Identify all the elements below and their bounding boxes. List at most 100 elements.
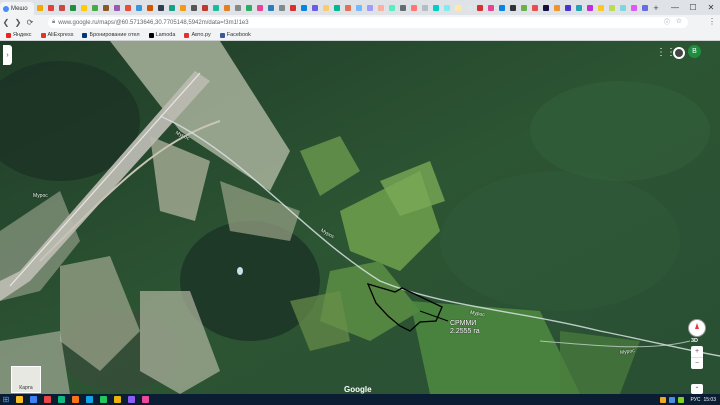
tab-favicon[interactable] bbox=[233, 2, 243, 13]
taskbar-app[interactable] bbox=[26, 394, 40, 405]
tab-favicon[interactable] bbox=[68, 2, 78, 13]
taskbar-app[interactable] bbox=[54, 394, 68, 405]
maximize-icon[interactable]: ☐ bbox=[684, 0, 702, 15]
tab-favicon[interactable] bbox=[453, 2, 463, 13]
tab-favicon[interactable] bbox=[475, 2, 485, 13]
tab-favicon[interactable] bbox=[354, 2, 364, 13]
tab-favicon[interactable] bbox=[321, 2, 331, 13]
tab-favicon[interactable] bbox=[35, 2, 45, 13]
tab-favicon[interactable] bbox=[563, 2, 573, 13]
close-icon[interactable]: ✕ bbox=[702, 0, 720, 15]
tab-favicon[interactable] bbox=[134, 2, 144, 13]
tray-app-icon[interactable] bbox=[678, 396, 685, 403]
info-icon[interactable]: ⓘ bbox=[664, 17, 670, 26]
tab-favicon[interactable] bbox=[123, 2, 133, 13]
layers-toggle[interactable]: Карта bbox=[11, 366, 41, 393]
tab-favicon[interactable] bbox=[618, 2, 628, 13]
clock[interactable]: 15:03 bbox=[703, 397, 716, 403]
taskbar-app[interactable] bbox=[110, 394, 124, 405]
avatar[interactable]: В bbox=[688, 45, 701, 58]
bookmark-item[interactable]: Lamoda bbox=[148, 32, 175, 38]
minimize-icon[interactable]: — bbox=[666, 0, 684, 15]
bookmark-item[interactable]: Авто.ру bbox=[184, 32, 211, 38]
tab-favicon[interactable] bbox=[508, 2, 518, 13]
tab-favicon[interactable] bbox=[398, 2, 408, 13]
tab-favicon[interactable] bbox=[629, 2, 639, 13]
compass-icon[interactable] bbox=[688, 319, 706, 337]
tab-favicon[interactable] bbox=[332, 2, 342, 13]
tab-favicon[interactable] bbox=[79, 2, 89, 13]
tab-favicon[interactable] bbox=[101, 2, 111, 13]
back-icon[interactable]: ❮ bbox=[0, 17, 12, 29]
bookmark-star-icon[interactable]: ☆ bbox=[676, 17, 682, 25]
taskbar-app[interactable] bbox=[68, 394, 82, 405]
tab-favicon[interactable] bbox=[145, 2, 155, 13]
tab-favicon[interactable] bbox=[211, 2, 221, 13]
tab-favicon[interactable] bbox=[420, 2, 430, 13]
tab-favicon[interactable] bbox=[167, 2, 177, 13]
forward-icon[interactable]: ❯ bbox=[12, 17, 24, 29]
zoom-in-button[interactable]: + bbox=[691, 346, 703, 357]
tab-favicon[interactable] bbox=[90, 2, 100, 13]
tab-favicon[interactable] bbox=[640, 2, 650, 13]
tab-favicon[interactable] bbox=[299, 2, 309, 13]
tab-favicon[interactable] bbox=[530, 2, 540, 13]
taskbar-app[interactable] bbox=[138, 394, 152, 405]
tab-favicon[interactable] bbox=[387, 2, 397, 13]
bookmark-item[interactable]: Facebook bbox=[219, 32, 251, 38]
taskbar-app[interactable] bbox=[12, 394, 26, 405]
tray-app-icon[interactable] bbox=[660, 396, 667, 403]
zoom-out-button[interactable]: − bbox=[691, 358, 703, 369]
tab-favicon[interactable] bbox=[310, 2, 320, 13]
taskbar-app[interactable] bbox=[82, 394, 96, 405]
expand-panel-icon[interactable]: › bbox=[3, 45, 12, 65]
tab-favicon[interactable] bbox=[376, 2, 386, 13]
address-bar[interactable]: 🔒︎ www.google.ru/maps/@60.5713646,30.770… bbox=[48, 17, 688, 28]
tab-active[interactable]: Мешо bbox=[0, 2, 34, 15]
map-view[interactable]: Мурос Мурос Мурос Мурос Мурос СРММИ 2.25… bbox=[0, 41, 720, 394]
tray-app-icon[interactable] bbox=[669, 396, 676, 403]
plus-icon[interactable]: + bbox=[651, 2, 661, 13]
tab-favicon[interactable] bbox=[431, 2, 441, 13]
notifications-icon[interactable] bbox=[673, 47, 685, 59]
tab-favicon[interactable] bbox=[266, 2, 276, 13]
satellite-imagery[interactable] bbox=[0, 41, 720, 394]
tab-favicon[interactable] bbox=[200, 2, 210, 13]
tab-favicon[interactable] bbox=[57, 2, 67, 13]
tab-favicon[interactable] bbox=[365, 2, 375, 13]
windows-start-icon[interactable]: ⊞ bbox=[0, 394, 12, 405]
taskbar-app[interactable] bbox=[40, 394, 54, 405]
tab-favicon[interactable] bbox=[486, 2, 496, 13]
tab-favicon[interactable] bbox=[607, 2, 617, 13]
tab-favicon[interactable] bbox=[244, 2, 254, 13]
kebab-menu-icon[interactable]: ⋮ bbox=[708, 17, 716, 26]
tab-favicon[interactable] bbox=[552, 2, 562, 13]
tab-favicon[interactable] bbox=[288, 2, 298, 13]
tab-favicon[interactable] bbox=[255, 2, 265, 13]
tab-favicon[interactable] bbox=[409, 2, 419, 13]
tab-favicon[interactable] bbox=[541, 2, 551, 13]
tab-favicon[interactable] bbox=[497, 2, 507, 13]
taskbar-app[interactable] bbox=[96, 394, 110, 405]
tab-favicon[interactable] bbox=[596, 2, 606, 13]
tab-favicon[interactable] bbox=[343, 2, 353, 13]
tab-favicon[interactable] bbox=[464, 2, 474, 13]
tab-favicon[interactable] bbox=[222, 2, 232, 13]
tab-favicon[interactable] bbox=[46, 2, 56, 13]
tab-favicon[interactable] bbox=[178, 2, 188, 13]
tab-favicon[interactable] bbox=[277, 2, 287, 13]
tab-favicon[interactable] bbox=[189, 2, 199, 13]
language-indicator[interactable]: РУС bbox=[690, 397, 700, 403]
tab-favicon[interactable] bbox=[519, 2, 529, 13]
tab-favicon[interactable] bbox=[156, 2, 166, 13]
chevron-up-icon[interactable]: ⌃ bbox=[691, 384, 703, 394]
bookmark-item[interactable]: AliExpress bbox=[40, 32, 73, 38]
taskbar-app[interactable] bbox=[124, 394, 138, 405]
tab-favicon[interactable] bbox=[585, 2, 595, 13]
tab-favicon[interactable] bbox=[112, 2, 122, 13]
bookmark-item[interactable]: Бронирование отел bbox=[82, 32, 140, 38]
tab-favicon[interactable] bbox=[442, 2, 452, 13]
tab-favicon[interactable] bbox=[574, 2, 584, 13]
tilt-3d-button[interactable]: 3D bbox=[691, 338, 698, 344]
reload-icon[interactable]: ⟳ bbox=[24, 17, 36, 29]
